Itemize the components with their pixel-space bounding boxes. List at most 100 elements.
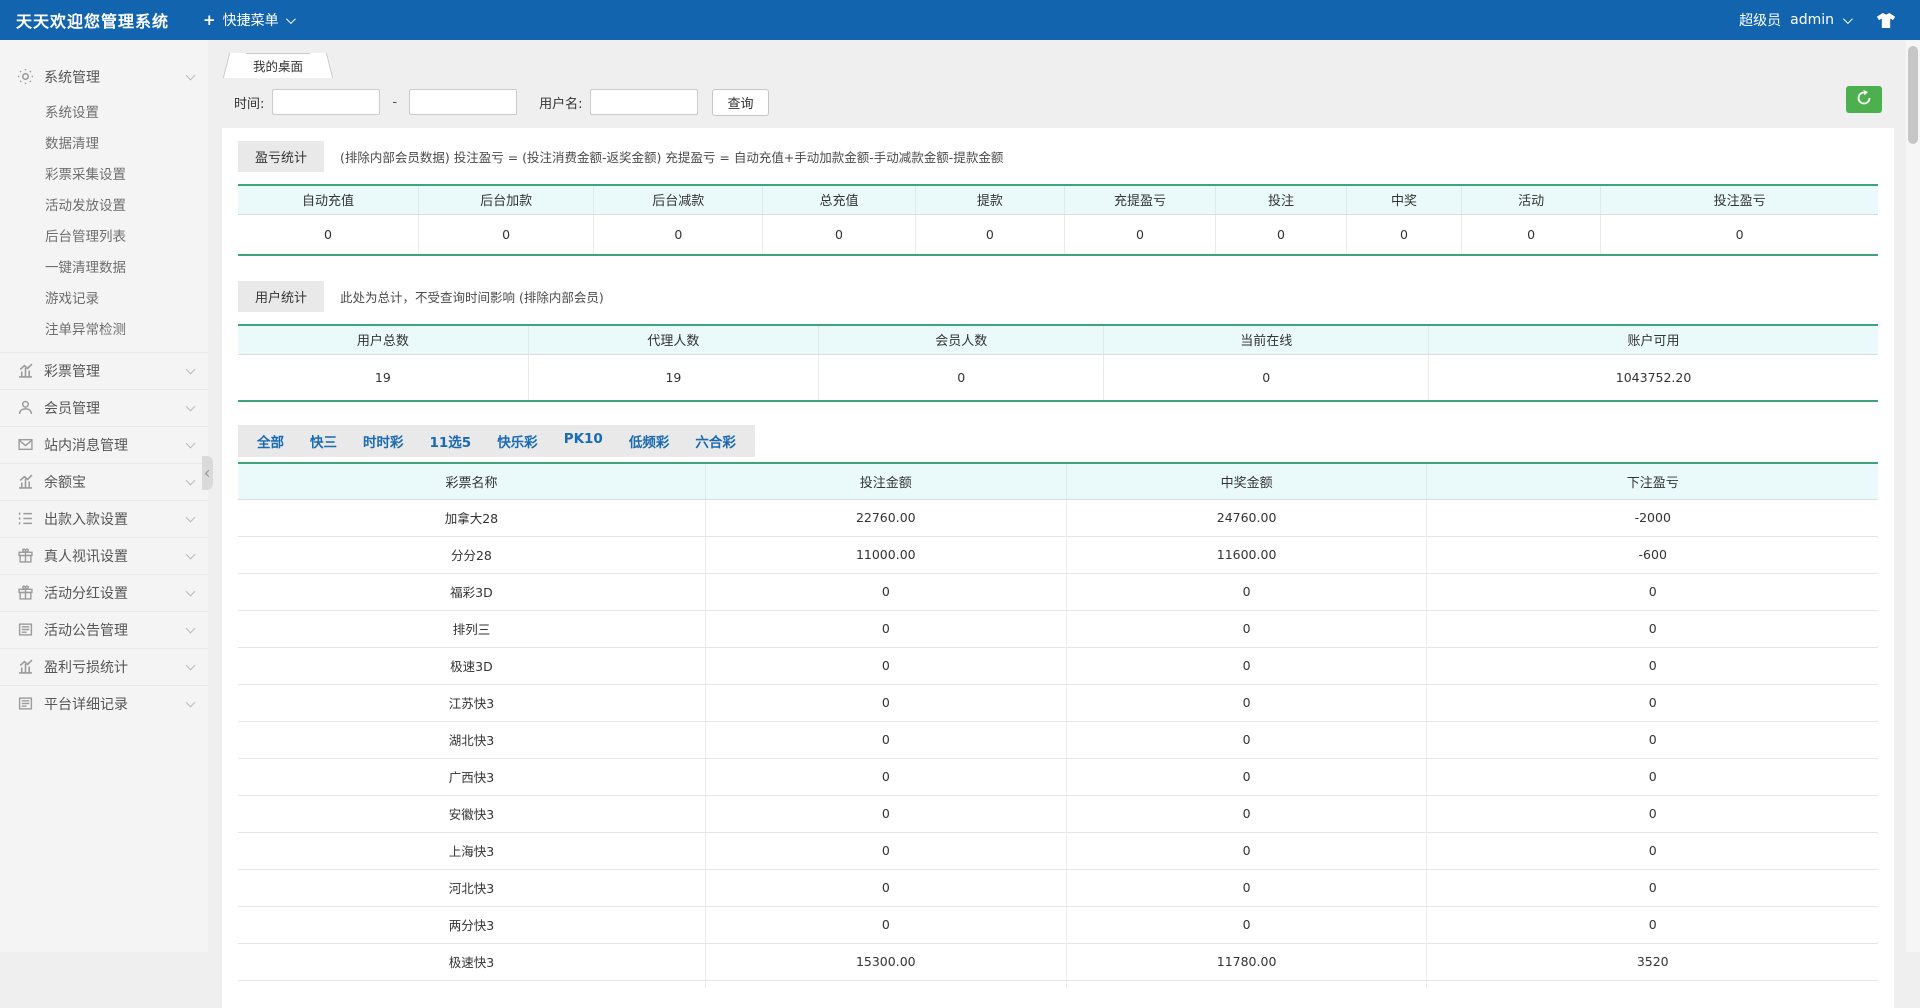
app-title: 天天欢迎您管理系统 [0, 8, 187, 32]
lottery-name-cell: 加拿大28 [238, 499, 705, 536]
chevron-down-icon [186, 476, 196, 486]
lottery-table-row: 两分快3 0 0 0 [238, 906, 1878, 943]
user-stats-title: 用户统计 [238, 281, 324, 312]
profit-table-value-cell: 0 [1601, 214, 1878, 255]
profit-cell: -600 [1427, 536, 1878, 573]
user-stats-table: 用户总数代理人数会员人数当前在线账户可用 1919001043752.20 [238, 324, 1878, 402]
lottery-table-header-cell: 彩票名称 [238, 463, 705, 499]
profit-cell: 0 [1427, 869, 1878, 906]
sidebar-item-messages[interactable]: 站内消息管理 [0, 426, 208, 463]
sidebar: 系统管理 系统设置数据清理彩票采集设置活动发放设置后台管理列表一键清理数据游戏记… [0, 40, 208, 952]
bet-amount-cell: 0 [705, 906, 1066, 943]
lottery-table-row: 分分28 11000.00 11600.00 -600 [238, 536, 1878, 573]
main-content: 我的桌面 时间: - 用户名: 查询 盈亏统计 (排除内部会员数据) 投注盈亏 … [208, 40, 1920, 952]
lottery-category-tabs: 全部快三时时彩11选5快乐彩PK10低频彩六合彩 [238, 425, 755, 457]
sidebar-item-system[interactable]: 系统管理 [0, 58, 208, 95]
lottery-tab[interactable]: 快三 [297, 425, 350, 457]
query-button[interactable]: 查询 [712, 89, 768, 116]
lottery-table-row: 河北快3 0 0 0 [238, 869, 1878, 906]
search-bar: 时间: - 用户名: 查询 [208, 78, 1920, 126]
lottery-tab[interactable]: 11选5 [417, 425, 485, 457]
chevron-left-icon [205, 469, 212, 476]
bet-amount-cell: 0 [705, 721, 1066, 758]
sidebar-item-announcements[interactable]: 活动公告管理 [0, 611, 208, 648]
win-amount-cell: 0 [1066, 610, 1427, 647]
profit-cell: 0 [1427, 721, 1878, 758]
sidebar-item-platform-records[interactable]: 平台详细记录 [0, 685, 208, 722]
sidebar-subitem[interactable]: 彩票采集设置 [0, 160, 208, 191]
sidebar-item-payments[interactable]: 出款入款设置 [0, 500, 208, 537]
username-input[interactable] [590, 89, 698, 115]
user-table-header-row: 用户总数代理人数会员人数当前在线账户可用 [238, 325, 1878, 354]
win-amount-cell: 11600.00 [1066, 536, 1427, 573]
sidebar-subitem[interactable]: 注单异常检测 [0, 315, 208, 346]
chevron-down-icon [186, 550, 196, 560]
win-amount-cell: 0 [1066, 832, 1427, 869]
sidebar-item-lottery[interactable]: 彩票管理 [0, 352, 208, 389]
sidebar-collapse-handle[interactable] [202, 456, 213, 490]
dashboard-panel: 盈亏统计 (排除内部会员数据) 投注盈亏 = (投注消费金额-返奖金额) 充提盈… [222, 128, 1894, 1008]
sidebar-subitem[interactable]: 游戏记录 [0, 284, 208, 315]
user-table-header-cell: 代理人数 [528, 325, 818, 354]
sidebar-item-label: 站内消息管理 [44, 435, 187, 455]
lottery-tab[interactable]: 低频彩 [616, 425, 683, 457]
profit-table-header-cell: 中奖 [1347, 185, 1462, 214]
theme-shirt-icon[interactable] [1876, 12, 1896, 29]
quick-menu-label: 快捷菜单 [223, 10, 279, 30]
sidebar-item-label: 会员管理 [44, 398, 187, 418]
sidebar-subitem[interactable]: 活动发放设置 [0, 191, 208, 222]
lottery-tab[interactable]: 全部 [244, 425, 297, 457]
win-amount-cell: 0 [1066, 684, 1427, 721]
profit-table-header-cell: 总充值 [763, 185, 916, 214]
lottery-tab[interactable]: PK10 [551, 425, 616, 457]
scrollbar-thumb[interactable] [1908, 46, 1918, 144]
chevron-down-icon [186, 439, 196, 449]
sidebar-subitem[interactable]: 后台管理列表 [0, 222, 208, 253]
chevron-down-icon [186, 698, 196, 708]
profit-table-header-cell: 提款 [915, 185, 1064, 214]
lottery-name-cell: 极速快3 [238, 943, 705, 980]
lottery-name-cell: 湖北快3 [238, 721, 705, 758]
time-end-input[interactable] [409, 89, 517, 115]
user-menu[interactable]: 超级员 admin [1739, 10, 1850, 30]
lottery-name-cell: 河北快3 [238, 869, 705, 906]
chart-icon [18, 363, 34, 379]
sidebar-item-label: 盈利亏损统计 [44, 657, 187, 677]
sidebar-item-label: 出款入款设置 [44, 509, 187, 529]
profit-table-header-cell: 活动 [1461, 185, 1600, 214]
sidebar-item-members[interactable]: 会员管理 [0, 389, 208, 426]
sidebar-subitem[interactable]: 系统设置 [0, 98, 208, 129]
time-start-input[interactable] [272, 89, 380, 115]
win-amount-cell: 11780.00 [1066, 943, 1427, 980]
profit-table-header-cell: 充提盈亏 [1065, 185, 1216, 214]
lottery-tab[interactable]: 快乐彩 [484, 425, 551, 457]
sidebar-item-profit-loss[interactable]: 盈利亏损统计 [0, 648, 208, 685]
sidebar-subitem[interactable]: 数据清理 [0, 129, 208, 160]
sidebar-item-live-video[interactable]: 真人视讯设置 [0, 537, 208, 574]
lottery-tab[interactable]: 时时彩 [350, 425, 417, 457]
profit-table-value-cell: 0 [1215, 214, 1346, 255]
lottery-table-row: 加拿大28 22760.00 24760.00 -2000 [238, 499, 1878, 536]
bet-amount-cell: 0 [705, 610, 1066, 647]
win-amount-cell: 0 [1066, 721, 1427, 758]
sidebar-item-label: 余额宝 [44, 472, 187, 492]
list-icon [18, 511, 34, 527]
envelope-icon [18, 437, 34, 453]
sidebar-item-yuebao[interactable]: 余额宝 [0, 463, 208, 500]
refresh-button[interactable] [1846, 86, 1882, 113]
sidebar-item-dividend[interactable]: 活动分红设置 [0, 574, 208, 611]
date-range-separator: - [388, 95, 401, 110]
bet-amount-cell: 0 [705, 832, 1066, 869]
tab-my-desktop[interactable]: 我的桌面 [234, 53, 322, 78]
lottery-name-cell: 两分快3 [238, 906, 705, 943]
lottery-tab[interactable]: 六合彩 [682, 425, 749, 457]
profit-table-value-cell: 0 [1461, 214, 1600, 255]
vertical-scrollbar[interactable] [1906, 40, 1920, 952]
profit-cell: 0 [1427, 795, 1878, 832]
quick-menu-button[interactable]: + 快捷菜单 [187, 0, 309, 40]
lottery-name-cell: 安徽快3 [238, 795, 705, 832]
sidebar-subitem[interactable]: 一键清理数据 [0, 253, 208, 284]
gear-icon [18, 69, 34, 85]
lottery-table-row: 上海快3 0 0 0 [238, 832, 1878, 869]
chevron-down-icon [186, 402, 196, 412]
